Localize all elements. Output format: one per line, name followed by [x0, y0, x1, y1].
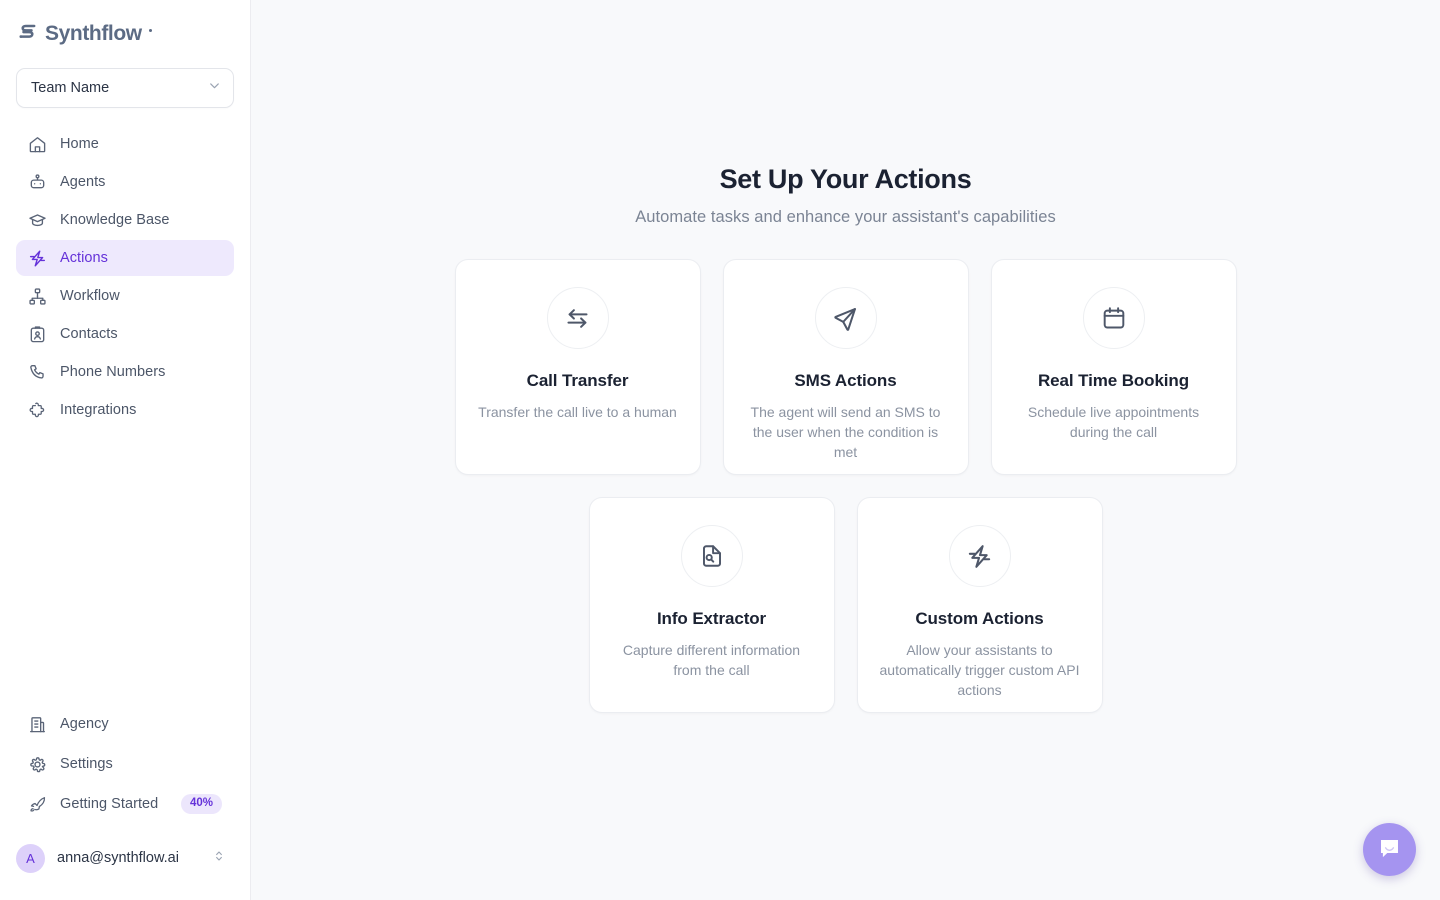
sidebar-item-getting-started[interactable]: Getting Started 40%: [16, 786, 234, 822]
page-title: Set Up Your Actions: [719, 164, 972, 194]
action-card-info-extractor[interactable]: Info Extractor Capture different informa…: [588, 497, 835, 714]
sidebar-item-agents[interactable]: Agents: [16, 164, 234, 200]
send-paper-plane-icon: [814, 287, 877, 350]
user-email: anna@synthflow.ai: [57, 850, 179, 866]
sidebar-item-label: Integrations: [60, 401, 137, 418]
contact-card-icon: [28, 325, 47, 344]
sidebar-item-label: Actions: [60, 249, 108, 266]
chevron-up-down-icon: [212, 849, 226, 868]
action-card-custom-actions[interactable]: Custom Actions Allow your assistants to …: [856, 497, 1103, 714]
sidebar-item-label: Workflow: [60, 287, 120, 304]
sidebar-item-home[interactable]: Home: [16, 126, 234, 162]
sidebar-item-contacts[interactable]: Contacts: [16, 316, 234, 352]
workflow-nodes-icon: [28, 287, 47, 306]
agent-robot-icon: [28, 173, 47, 192]
home-icon: [28, 135, 47, 154]
getting-started-progress-badge: 40%: [180, 794, 222, 814]
sidebar-item-label: Agents: [60, 173, 106, 190]
sidebar: Synthflow Team Name Home Agents Knowledg…: [0, 0, 251, 900]
action-card-description: The agent will send an SMS to the user w…: [750, 404, 941, 461]
sidebar-item-label: Knowledge Base: [60, 211, 170, 228]
calendar-icon: [1082, 287, 1145, 350]
phone-icon: [28, 363, 47, 382]
logo-dot: [148, 28, 152, 32]
logo-text: Synthflow: [45, 22, 142, 45]
user-account-row[interactable]: A anna@synthflow.ai: [16, 838, 234, 878]
sidebar-item-label: Home: [60, 135, 99, 152]
main-content: Set Up Your Actions Automate tasks and e…: [251, 0, 1440, 900]
sidebar-item-knowledge-base[interactable]: Knowledge Base: [16, 202, 234, 238]
sidebar-item-actions[interactable]: Actions: [16, 240, 234, 276]
page-subtitle: Automate tasks and enhance your assistan…: [635, 208, 1056, 227]
rocket-icon: [28, 795, 47, 814]
chat-bubble-smile-icon: [1377, 836, 1402, 864]
logo-wrap: Synthflow: [0, 0, 250, 68]
action-card-title: Real Time Booking: [1037, 371, 1190, 391]
action-card-real-time-booking[interactable]: Real Time Booking Schedule live appointm…: [990, 259, 1237, 476]
app-root: Synthflow Team Name Home Agents Knowledg…: [0, 0, 1440, 900]
actions-setup-panel: Set Up Your Actions Automate tasks and e…: [251, 0, 1440, 714]
sidebar-item-label: Getting Started: [60, 795, 159, 812]
action-card-title: Info Extractor: [656, 609, 767, 629]
avatar: A: [16, 843, 45, 873]
sidebar-item-label: Settings: [60, 755, 113, 772]
action-card-description: Schedule live appointments during the ca…: [1027, 404, 1200, 441]
sidebar-bottom-nav: Agency Settings Getting Started 40%: [0, 706, 250, 828]
action-card-title: SMS Actions: [794, 371, 897, 391]
graduation-cap-icon: [28, 211, 47, 230]
arrow-left-right-icon: [546, 287, 609, 350]
action-card-description: Capture different information from the c…: [622, 642, 801, 679]
action-card-description: Transfer the call live to a human: [478, 404, 677, 421]
file-search-icon: [680, 525, 743, 588]
sidebar-item-label: Agency: [60, 715, 109, 732]
sidebar-item-agency[interactable]: Agency: [16, 706, 234, 742]
puzzle-piece-icon: [28, 401, 47, 420]
building-icon: [28, 715, 47, 734]
sidebar-item-label: Contacts: [60, 325, 118, 342]
sidebar-item-integrations[interactable]: Integrations: [16, 392, 234, 428]
synthflow-logo[interactable]: Synthflow: [16, 20, 152, 48]
team-selector[interactable]: Team Name: [16, 68, 234, 108]
action-card-title: Call Transfer: [526, 371, 629, 391]
sidebar-item-phone-numbers[interactable]: Phone Numbers: [16, 354, 234, 390]
chevron-down-icon: [207, 78, 222, 98]
lightning-bolt-icon: [28, 249, 47, 268]
sidebar-item-settings[interactable]: Settings: [16, 746, 234, 782]
action-card-description: Allow your assistants to automatically t…: [879, 642, 1080, 699]
lightning-bolt-icon: [948, 525, 1011, 588]
action-card-sms-actions[interactable]: SMS Actions The agent will send an SMS t…: [722, 259, 969, 476]
team-selector-value: Team Name: [31, 80, 110, 96]
sidebar-item-label: Phone Numbers: [60, 363, 166, 380]
action-card-call-transfer[interactable]: Call Transfer Transfer the call live to …: [454, 259, 701, 476]
sidebar-nav: Home Agents Knowledge Base Actions Workf…: [0, 126, 250, 428]
action-card-title: Custom Actions: [915, 609, 1044, 629]
action-cards-grid: Call Transfer Transfer the call live to …: [454, 259, 1237, 714]
chat-widget-button[interactable]: [1363, 823, 1416, 876]
gear-icon: [28, 755, 47, 774]
synthflow-s-mark-icon: [16, 20, 39, 48]
sidebar-item-workflow[interactable]: Workflow: [16, 278, 234, 314]
